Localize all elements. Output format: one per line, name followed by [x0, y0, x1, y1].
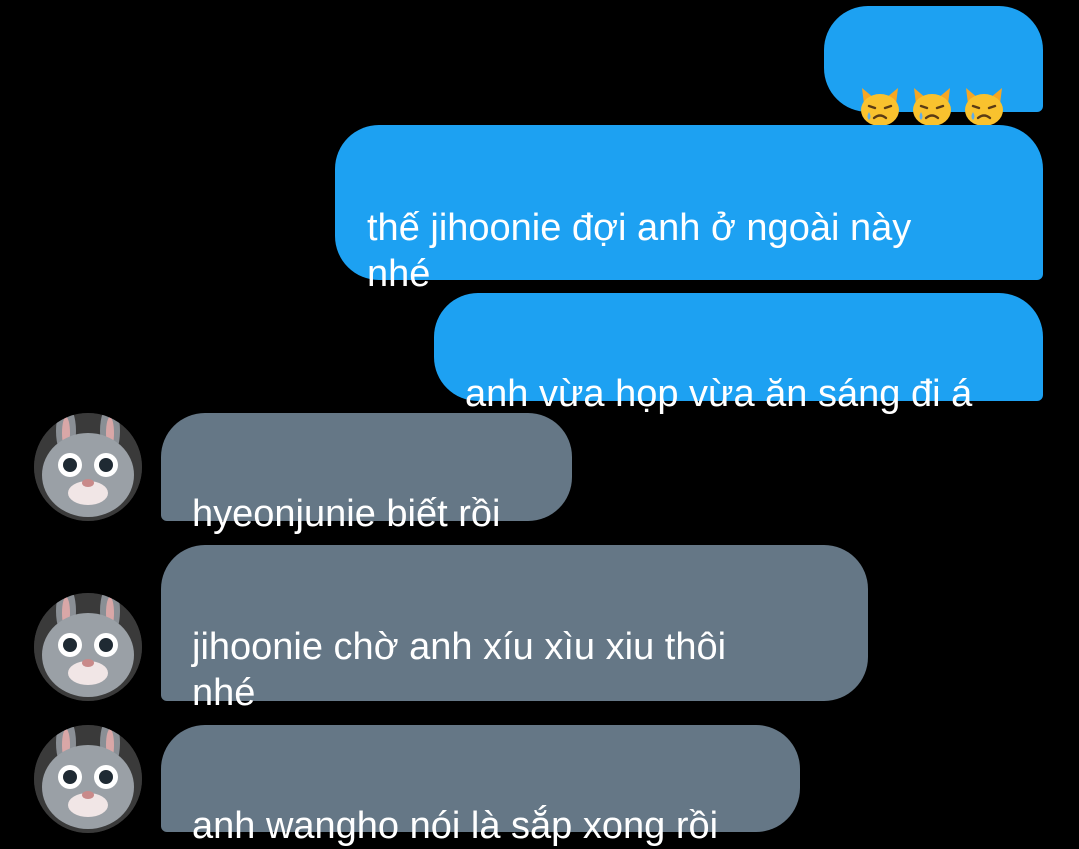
emoji-row: [856, 82, 1043, 130]
message-bubble-outgoing-1[interactable]: [824, 6, 1043, 126]
message-text: hyeonjunie biết rồi: [192, 493, 501, 535]
message-bubble-incoming-2[interactable]: jihoonie chờ anh xíu xìu xiu thôi nhé: [161, 545, 868, 714]
crying-cat-icon: [861, 88, 899, 126]
bunny-avatar-image: [34, 593, 142, 701]
bunny-avatar[interactable]: [34, 725, 142, 833]
message-text: jihoonie chờ anh xíu xìu xiu thôi nhé: [192, 626, 727, 714]
message-text: thế jihoonie đợi anh ở ngoài này nhé: [367, 207, 912, 295]
message-bubble-incoming-3[interactable]: anh wangho nói là sắp xong rồi: [161, 725, 800, 847]
message-bubble-incoming-1[interactable]: hyeonjunie biết rồi: [161, 413, 572, 535]
crying-cat-icon: [913, 88, 951, 126]
message-bubble-outgoing-3[interactable]: anh vừa họp vừa ăn sáng đi á: [434, 293, 1043, 415]
bunny-avatar[interactable]: [34, 413, 142, 521]
crying-cat-icon: [965, 88, 1003, 126]
bunny-avatar-image: [34, 725, 142, 833]
message-text: anh vừa họp vừa ăn sáng đi á: [465, 373, 973, 415]
message-text: anh wangho nói là sắp xong rồi: [192, 805, 719, 847]
bunny-avatar[interactable]: [34, 593, 142, 701]
bunny-avatar-image: [34, 413, 142, 521]
message-bubble-outgoing-2[interactable]: thế jihoonie đợi anh ở ngoài này nhé: [335, 125, 1043, 295]
